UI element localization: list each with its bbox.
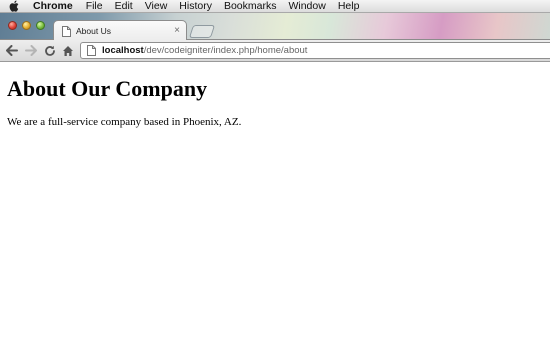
tab-strip: About Us × (0, 13, 550, 41)
back-arrow-icon[interactable] (5, 43, 19, 58)
menu-app-name[interactable]: Chrome (28, 0, 80, 13)
window-maximize-button[interactable] (36, 21, 45, 30)
menu-bookmarks[interactable]: Bookmarks (218, 0, 283, 13)
menu-history[interactable]: History (173, 0, 218, 13)
apple-logo-icon[interactable] (0, 0, 28, 12)
menu-view[interactable]: View (139, 0, 174, 13)
url-host: localhost (102, 45, 144, 56)
home-icon[interactable] (61, 43, 75, 58)
tab-about-us[interactable]: About Us × (53, 20, 187, 41)
new-tab-button[interactable] (188, 25, 216, 38)
browser-toolbar: localhost/dev/codeigniter/index.php/home… (0, 40, 550, 62)
forward-arrow-icon[interactable] (24, 43, 38, 58)
address-bar[interactable]: localhost/dev/codeigniter/index.php/home… (80, 42, 550, 59)
page-icon (87, 45, 96, 56)
menu-window[interactable]: Window (282, 0, 331, 13)
menu-help[interactable]: Help (332, 0, 366, 13)
menu-file[interactable]: File (80, 0, 109, 13)
tab-close-icon[interactable]: × (174, 25, 180, 36)
page-paragraph: We are a full-service company based in P… (7, 116, 242, 128)
page-content: About Our Company We are a full-service … (0, 63, 550, 350)
tab-title: About Us (76, 26, 111, 36)
menu-bar: Chrome File Edit View History Bookmarks … (0, 0, 550, 13)
menu-edit[interactable]: Edit (109, 0, 139, 13)
url-path: /dev/codeigniter/index.php/home/about (143, 45, 308, 56)
page-heading: About Our Company (7, 76, 208, 101)
page-icon (62, 25, 71, 37)
url-text: localhost/dev/codeigniter/index.php/home… (102, 45, 307, 56)
window-minimize-button[interactable] (22, 21, 31, 30)
reload-icon[interactable] (43, 43, 57, 58)
window-close-button[interactable] (8, 21, 17, 30)
